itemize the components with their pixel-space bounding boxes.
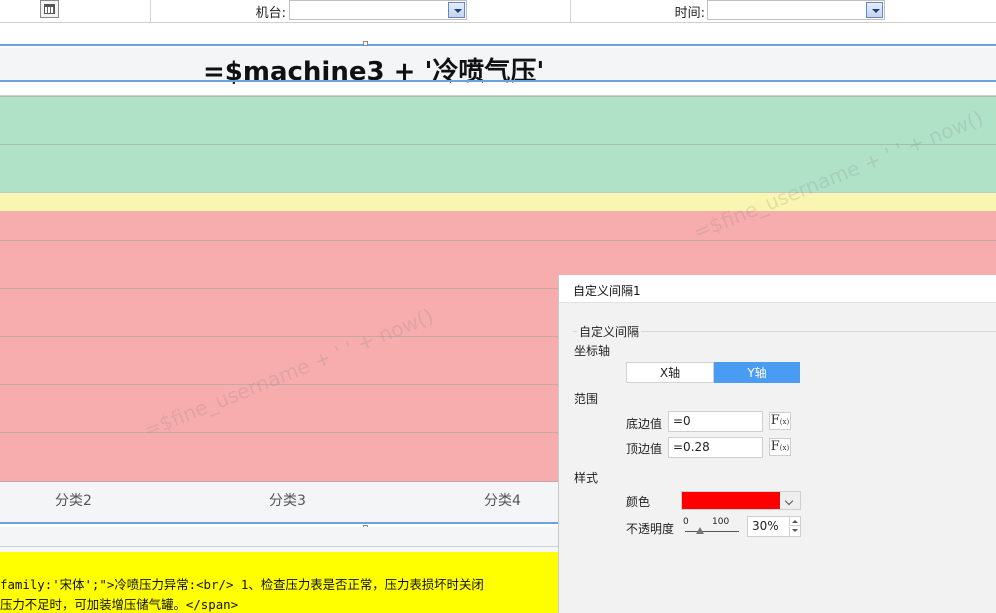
fx-sub: (x) [779, 418, 790, 426]
gridline [0, 192, 996, 193]
selection-border [0, 80, 996, 82]
resize-handle[interactable] [363, 41, 368, 46]
advice-cell[interactable]: family:'宋体';">冷喷压力异常:<br/> 1、检查压力表是否正常，压… [0, 552, 560, 613]
gridline [0, 96, 996, 97]
bottom-value-input[interactable]: =0 [668, 411, 763, 432]
fx-label: F [770, 439, 780, 454]
top-value-input[interactable]: =0.28 [668, 437, 763, 458]
gridline [0, 240, 996, 241]
opacity-max: 100 [712, 517, 730, 527]
divider [0, 22, 996, 23]
category-label: 分类4 [484, 493, 521, 509]
dialog-title: 自定义间隔1 [573, 284, 641, 298]
color-label: 颜色 [626, 495, 651, 509]
dropdown-arrow-icon[interactable] [448, 2, 465, 18]
bottom-value-label: 底边值 [626, 417, 663, 431]
opacity-slider[interactable] [685, 531, 739, 532]
advice-text-line: family:'宋体';">冷喷压力异常:<br/> 1、检查压力表是否正常，压… [0, 577, 484, 592]
opacity-value: 30% [752, 519, 779, 533]
spin-down-icon[interactable] [789, 527, 800, 536]
opacity-label: 不透明度 [626, 522, 675, 536]
advice-text-line: 压力不足时，可加装增压储气罐。</span> [0, 597, 239, 612]
interval-band-yellow [0, 193, 996, 211]
custom-interval-dialog: 自定义间隔1 自定义间隔 坐标轴 X轴 Y轴 范围 底边值 =0 F(x) 顶边… [558, 275, 996, 613]
fx-label: F [770, 413, 780, 428]
formula-fx-button[interactable]: F(x) [769, 438, 791, 456]
x-axis-toggle[interactable]: X轴 [626, 362, 714, 383]
spin-up-icon[interactable] [789, 517, 800, 526]
color-swatch [682, 492, 780, 509]
divider [570, 0, 571, 22]
chart-title[interactable]: =$machine3 + '冷喷气压' [203, 51, 544, 88]
style-label: 样式 [574, 471, 599, 485]
color-picker[interactable] [681, 491, 801, 510]
machine-combo[interactable] [289, 0, 467, 20]
machine-label: 机台: [255, 6, 286, 21]
opacity-min: 0 [683, 517, 689, 527]
divider [150, 0, 151, 22]
range-label: 范围 [574, 392, 599, 406]
chevron-down-icon[interactable] [781, 492, 800, 509]
time-label: 时间: [674, 6, 705, 21]
dropdown-arrow-icon[interactable] [866, 2, 883, 18]
opacity-spinner[interactable]: 30% [747, 516, 801, 537]
axis-label: 坐标轴 [574, 344, 611, 358]
y-axis-toggle[interactable]: Y轴 [714, 362, 800, 383]
formula-fx-button[interactable]: F(x) [769, 412, 791, 430]
category-label: 分类3 [269, 493, 306, 509]
category-label: 分类2 [55, 493, 92, 509]
calendar-icon[interactable] [40, 0, 59, 18]
dialog-title-bar[interactable]: 自定义间隔1 [559, 275, 996, 303]
time-combo[interactable] [707, 0, 885, 20]
top-value-label: 顶边值 [626, 442, 663, 456]
gridline [0, 144, 996, 145]
opacity-slider-thumb[interactable] [696, 527, 704, 534]
fx-sub: (x) [779, 444, 790, 452]
group-title: 自定义间隔 [577, 323, 642, 340]
selection-border [0, 44, 996, 46]
